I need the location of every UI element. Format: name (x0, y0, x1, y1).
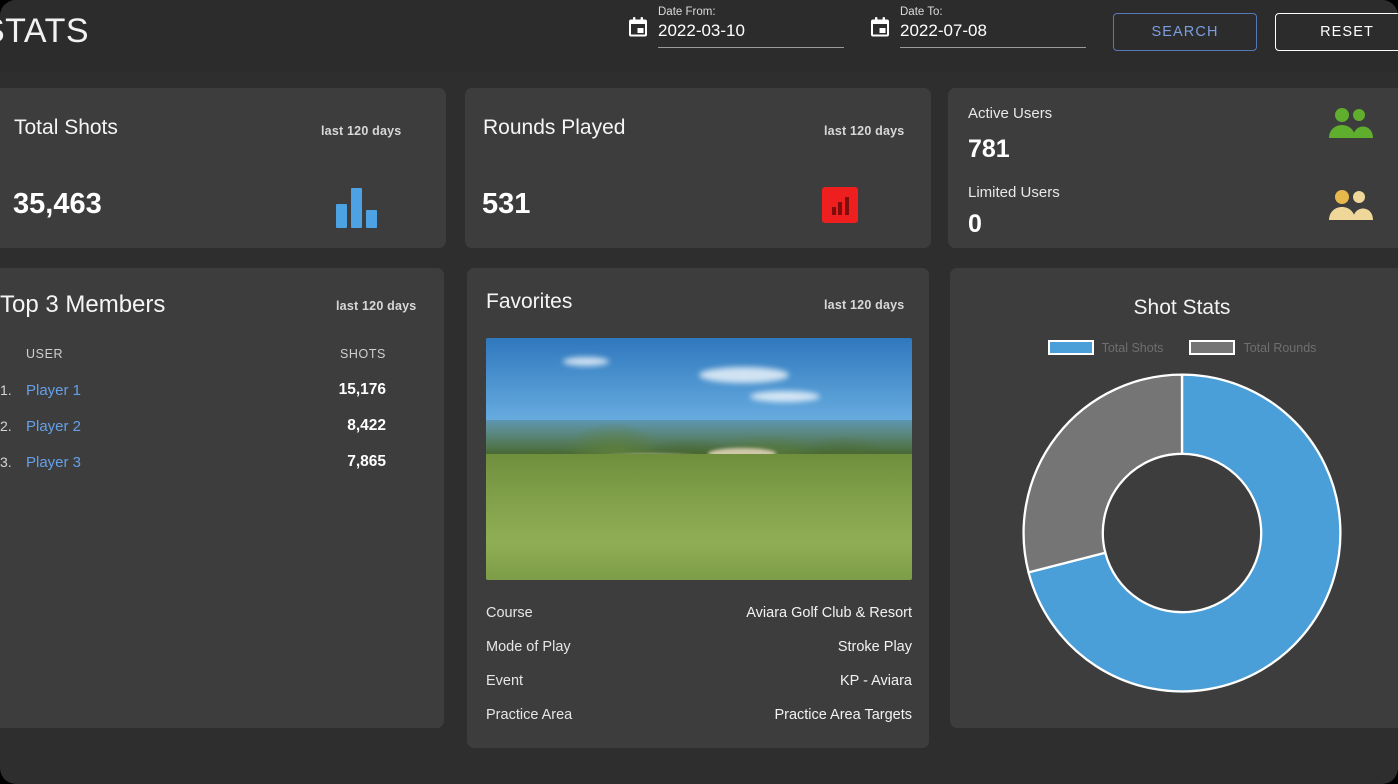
calendar-icon[interactable] (628, 17, 648, 38)
people-icon (1329, 108, 1373, 138)
card-title: Rounds Played (483, 116, 626, 139)
member-link[interactable]: Player 3 (26, 454, 347, 471)
legend-label: Total Rounds (1243, 340, 1317, 355)
donut-slice-total-rounds[interactable] (1022, 373, 1184, 574)
table-row[interactable]: 1. Player 1 15,176 (0, 372, 444, 408)
reset-button[interactable]: RESET (1275, 13, 1398, 51)
chart-title: Shot Stats (1133, 296, 1231, 319)
red-chart-icon (822, 187, 858, 223)
period-label: last 120 days (824, 124, 905, 138)
favorite-key: Course (486, 605, 533, 621)
member-link[interactable]: Player 2 (26, 418, 347, 435)
dashboard-page: STATS Date From: Da (0, 0, 1398, 784)
favorite-value: KP - Aviara (839, 673, 912, 689)
fairway-grass (486, 454, 912, 580)
favorite-row: Course Aviara Golf Club & Resort (486, 596, 912, 630)
card-title: Favorites (486, 290, 573, 313)
date-from-label: Date From: (658, 6, 716, 18)
favorite-row: Mode of Play Stroke Play (486, 630, 912, 664)
people-icon (1329, 190, 1373, 220)
donut-chart[interactable] (1017, 368, 1347, 698)
limited-users-label: Limited Users (968, 184, 1060, 201)
period-label: last 120 days (336, 299, 417, 313)
cloud (699, 367, 789, 384)
rounds-played-card: Rounds Played last 120 days 531 (465, 88, 931, 248)
favorite-row: Practice Area Practice Area Targets (486, 698, 912, 732)
date-to-input[interactable] (900, 21, 1086, 48)
donut-svg (1022, 373, 1342, 693)
shot-stats-card: Shot Stats Total Shots Total Rounds (950, 268, 1398, 728)
golf-course-photo (486, 338, 912, 580)
user-column-header: USER (26, 347, 64, 361)
table-row[interactable]: 3. Player 3 7,865 (0, 444, 444, 480)
rounds-played-value: 531 (482, 188, 531, 220)
favorite-value: Practice Area Targets (774, 707, 912, 723)
period-label: last 120 days (824, 298, 905, 312)
legend-label: Total Shots (1101, 340, 1164, 355)
card-title: Total Shots (14, 116, 118, 139)
row-rank: 2. (0, 418, 12, 434)
favorite-key: Practice Area (486, 707, 573, 723)
favorites-card: Favorites last 120 days Course Aviara Go… (467, 268, 929, 748)
member-shots: 8,422 (347, 417, 386, 434)
active-users-value: 781 (968, 135, 1010, 163)
total-shots-card: Total Shots last 120 days 35,463 (0, 88, 446, 248)
favorite-key: Event (486, 673, 524, 689)
shots-column-header: SHOTS (339, 347, 386, 361)
date-to-label: Date To: (900, 6, 943, 18)
table-row[interactable]: 2. Player 2 8,422 (0, 408, 444, 444)
table-header-row: USER SHOTS (0, 336, 444, 372)
limited-users-value: 0 (968, 210, 982, 238)
legend-item[interactable]: Total Shots (1047, 340, 1164, 355)
favorite-value: Stroke Play (837, 639, 912, 655)
date-to-group: Date To: (870, 6, 1086, 48)
row-rank: 3. (0, 454, 12, 470)
favorite-row: Event KP - Aviara (486, 664, 912, 698)
member-shots: 15,176 (338, 381, 386, 398)
users-card: Active Users 781 Limited Users 0 (948, 88, 1398, 248)
page-header: STATS Date From: Da (0, 0, 1398, 72)
period-label: last 120 days (321, 124, 402, 138)
row-rank: 1. (0, 382, 12, 398)
total-shots-value: 35,463 (13, 188, 102, 220)
legend-item[interactable]: Total Rounds (1189, 340, 1316, 355)
bar-chart-icon (336, 188, 380, 228)
member-link[interactable]: Player 1 (26, 382, 339, 399)
date-from-group: Date From: (628, 6, 844, 48)
active-users-label: Active Users (968, 105, 1053, 122)
legend-swatch (1189, 340, 1236, 355)
favorite-value: Aviara Golf Club & Resort (746, 605, 912, 621)
date-from-input[interactable] (658, 21, 844, 48)
calendar-icon[interactable] (870, 17, 890, 38)
top-members-table: USER SHOTS 1. Player 1 15,176 2. Player … (0, 336, 444, 480)
favorite-key: Mode of Play (486, 639, 571, 655)
page-title: STATS (0, 12, 90, 50)
top-members-card: Top 3 Members last 120 days USER SHOTS 1… (0, 268, 444, 728)
card-title: Top 3 Members (0, 291, 166, 318)
search-button[interactable]: SEARCH (1113, 13, 1257, 51)
legend-swatch (1047, 340, 1094, 355)
chart-legend: Total Shots Total Rounds (950, 340, 1398, 355)
member-shots: 7,865 (347, 453, 386, 470)
